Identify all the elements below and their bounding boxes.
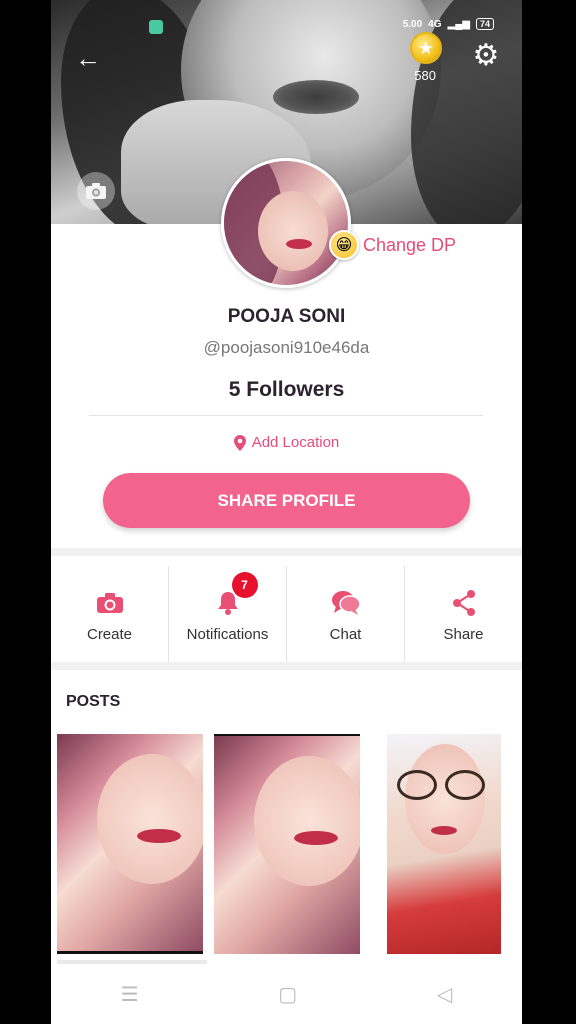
add-location-link[interactable]: Add Location [51,434,522,451]
network-label: 4G [428,18,442,30]
create-label: Create [86,625,133,643]
coin-count: 580 [414,68,436,83]
divider [89,415,483,416]
status-bar: 5.00 4G ▂▄▆ 74 [403,18,494,30]
menu-icon[interactable]: ☰ [121,982,139,1007]
add-location-label: Add Location [251,434,340,451]
avatar[interactable] [221,158,351,288]
coin-icon[interactable]: ★ [410,32,442,64]
notification-badge: 7 [231,571,258,598]
camera-icon [96,592,123,613]
post-thumbnail[interactable] [387,734,501,954]
profile-handle: @poojasoni910e46da [203,338,370,357]
section-separator [51,548,522,556]
create-button[interactable]: Create [51,566,168,662]
post-row-edge [57,960,207,964]
notifications-label: Notifications [186,625,269,643]
chat-bubbles-icon [331,590,361,615]
posts-heading: POSTS [66,693,121,710]
profile-name: POOJA SONI [227,306,346,327]
post-thumbnail[interactable] [57,734,203,954]
followers-count[interactable]: 5 Followers [51,378,522,402]
section-separator [51,662,522,670]
chat-label: Chat [329,625,362,643]
share-button[interactable]: Share [404,566,522,662]
chat-button[interactable]: Chat [286,566,404,662]
cover-camera-button[interactable] [77,172,115,210]
change-dp-label: Change DP [363,234,457,255]
post-thumbnail[interactable] [214,734,360,954]
back-triangle-icon[interactable]: ◁ [437,982,452,1007]
share-label: Share [443,625,484,643]
notifications-button[interactable]: 7 Notifications [168,566,286,662]
signal-icon: ▂▄▆ [447,18,470,30]
battery-icon: 74 [475,18,494,30]
grin-emoji-icon: 😁 [329,230,359,260]
share-profile-button[interactable]: SHARE PROFILE [103,473,470,528]
back-arrow-icon[interactable]: ← [75,44,103,72]
app-notification-icon [149,20,163,34]
home-icon[interactable]: ▢ [278,982,297,1007]
system-nav-bar: ☰ ▢ ◁ [51,970,522,1018]
location-pin-icon [233,434,246,451]
status-time: 5.00 [402,18,423,30]
share-icon [452,589,475,616]
action-bar: Create 7 Notifications Chat Share [51,566,522,662]
profile-screen: 5.00 4G ▂▄▆ 74 ← ★ 580 ⚙ 😁 Change DP POO… [51,0,522,1024]
gear-icon[interactable]: ⚙ [470,40,502,72]
change-dp-button[interactable]: 😁 Change DP [329,226,456,264]
camera-icon [86,183,106,199]
